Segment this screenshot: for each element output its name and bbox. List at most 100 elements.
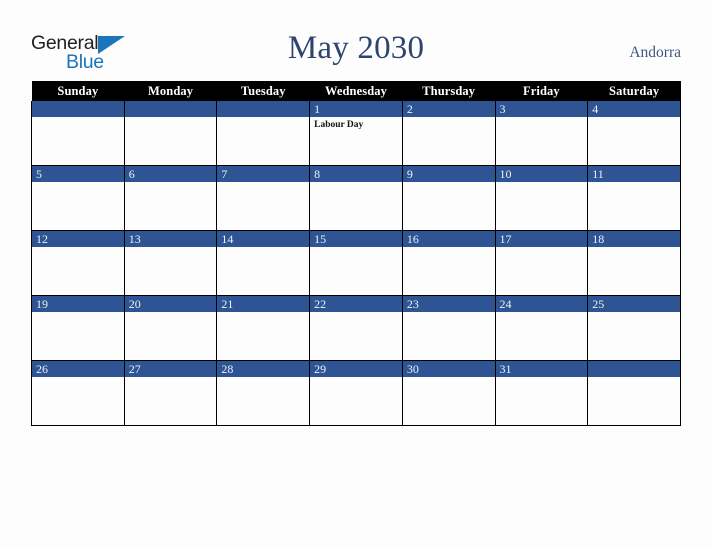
day-cell-inner <box>217 101 310 165</box>
day-cell-inner <box>124 101 217 165</box>
calendar-day-cell[interactable]: 2 <box>401 101 496 166</box>
day-number: 13 <box>124 231 217 247</box>
calendar-week-row: 12 13 14 15 16 17 18 <box>31 230 681 296</box>
calendar-day-cell[interactable]: 31 <box>494 360 589 426</box>
calendar-day-cell[interactable]: 12 <box>31 230 125 296</box>
day-number <box>588 361 680 377</box>
day-number: 16 <box>402 231 495 247</box>
day-cell-inner: 5 <box>32 166 124 230</box>
day-number: 2 <box>402 101 495 117</box>
day-cell-inner: 2 <box>402 101 495 165</box>
calendar-day-cell[interactable]: 28 <box>216 360 311 426</box>
day-number: 20 <box>124 296 217 312</box>
day-number: 17 <box>495 231 588 247</box>
day-cell-inner: 28 <box>217 361 310 425</box>
calendar-day-cell[interactable]: 14 <box>216 230 311 296</box>
day-cell-inner: 19 <box>32 296 124 360</box>
day-cell-inner: 26 <box>32 361 124 425</box>
calendar-day-cell[interactable]: 29 <box>309 360 403 426</box>
calendar-day-cell[interactable]: 30 <box>401 360 496 426</box>
day-number: 21 <box>217 296 310 312</box>
day-cell-inner: 25 <box>588 296 680 360</box>
day-number: 7 <box>217 166 310 182</box>
day-cell-inner: 17 <box>495 231 588 295</box>
day-number: 19 <box>32 296 124 312</box>
weekday-header-friday: Friday <box>495 81 588 101</box>
calendar-day-cell[interactable]: 7 <box>216 165 311 231</box>
day-number: 25 <box>588 296 680 312</box>
day-cell-inner: 14 <box>217 231 310 295</box>
calendar-day-cell[interactable]: 26 <box>31 360 125 426</box>
calendar-day-cell[interactable]: 6 <box>123 165 218 231</box>
calendar-empty-cell <box>587 360 681 426</box>
day-number: 22 <box>310 296 402 312</box>
day-cell-inner: 15 <box>310 231 402 295</box>
day-number: 24 <box>495 296 588 312</box>
calendar-day-cell[interactable]: 1 Labour Day <box>309 101 403 166</box>
calendar-week-row: 5 6 7 8 9 10 11 <box>31 165 681 231</box>
calendar-day-cell[interactable]: 15 <box>309 230 403 296</box>
day-cell-inner: 12 <box>32 231 124 295</box>
day-cell-inner: 22 <box>310 296 402 360</box>
day-cell-inner: 3 <box>495 101 588 165</box>
day-number: 10 <box>495 166 588 182</box>
day-number: 14 <box>217 231 310 247</box>
calendar-empty-cell <box>123 101 218 166</box>
day-number: 6 <box>124 166 217 182</box>
day-cell-inner: 4 <box>588 101 680 165</box>
day-cell-inner: 29 <box>310 361 402 425</box>
calendar-day-cell[interactable]: 24 <box>494 295 589 361</box>
day-cell-inner: 24 <box>495 296 588 360</box>
day-number: 1 <box>310 101 402 117</box>
calendar-day-cell[interactable]: 27 <box>123 360 218 426</box>
calendar-day-cell[interactable]: 20 <box>123 295 218 361</box>
calendar-day-cell[interactable]: 8 <box>309 165 403 231</box>
day-event-list: Labour Day <box>310 117 402 131</box>
day-cell-inner <box>588 361 680 425</box>
day-number: 29 <box>310 361 402 377</box>
day-number: 11 <box>588 166 680 182</box>
calendar-day-cell[interactable]: 17 <box>494 230 589 296</box>
day-number: 15 <box>310 231 402 247</box>
calendar-day-cell[interactable]: 22 <box>309 295 403 361</box>
calendar-table: Sunday Monday Tuesday Wednesday Thursday Frid… <box>31 81 681 426</box>
day-cell-inner: 10 <box>495 166 588 230</box>
calendar-week-row: 26 27 28 29 30 31 <box>31 360 681 426</box>
weekday-header-saturday: Saturday <box>587 81 681 101</box>
calendar-day-cell[interactable]: 18 <box>587 230 681 296</box>
day-cell-inner: 21 <box>217 296 310 360</box>
day-cell-inner: 6 <box>124 166 217 230</box>
weekday-header-sunday: Sunday <box>31 81 125 101</box>
calendar-day-cell[interactable]: 4 <box>587 101 681 166</box>
day-number: 18 <box>588 231 680 247</box>
calendar-day-cell[interactable]: 19 <box>31 295 125 361</box>
page-header: General Blue May 2030 Andorra <box>0 0 712 81</box>
day-cell-inner: 31 <box>495 361 588 425</box>
calendar-day-cell[interactable]: 11 <box>587 165 681 231</box>
day-cell-inner <box>32 101 124 165</box>
weekday-header-monday: Monday <box>124 81 217 101</box>
calendar-day-cell[interactable]: 10 <box>494 165 589 231</box>
day-cell-inner: 8 <box>310 166 402 230</box>
calendar-day-cell[interactable]: 23 <box>401 295 496 361</box>
day-cell-inner: 11 <box>588 166 680 230</box>
weekday-header-tuesday: Tuesday <box>216 81 310 101</box>
day-cell-inner: 27 <box>124 361 217 425</box>
day-number: 23 <box>402 296 495 312</box>
day-cell-inner: 9 <box>402 166 495 230</box>
calendar-day-cell[interactable]: 3 <box>494 101 589 166</box>
day-number: 5 <box>32 166 124 182</box>
calendar-day-cell[interactable]: 21 <box>216 295 311 361</box>
calendar-day-cell[interactable]: 5 <box>31 165 125 231</box>
calendar-empty-cell <box>216 101 311 166</box>
calendar-week-row: 19 20 21 22 23 24 25 <box>31 295 681 361</box>
calendar-day-cell[interactable]: 9 <box>401 165 496 231</box>
page-title: May 2030 <box>287 30 425 66</box>
calendar-header-row: Sunday Monday Tuesday Wednesday Thursday Frid… <box>31 81 681 101</box>
day-number: 27 <box>124 361 217 377</box>
calendar-day-cell[interactable]: 25 <box>587 295 681 361</box>
calendar-day-cell[interactable]: 16 <box>401 230 496 296</box>
day-cell-inner: 18 <box>588 231 680 295</box>
calendar-day-cell[interactable]: 13 <box>123 230 218 296</box>
calendar-empty-cell <box>31 101 125 166</box>
